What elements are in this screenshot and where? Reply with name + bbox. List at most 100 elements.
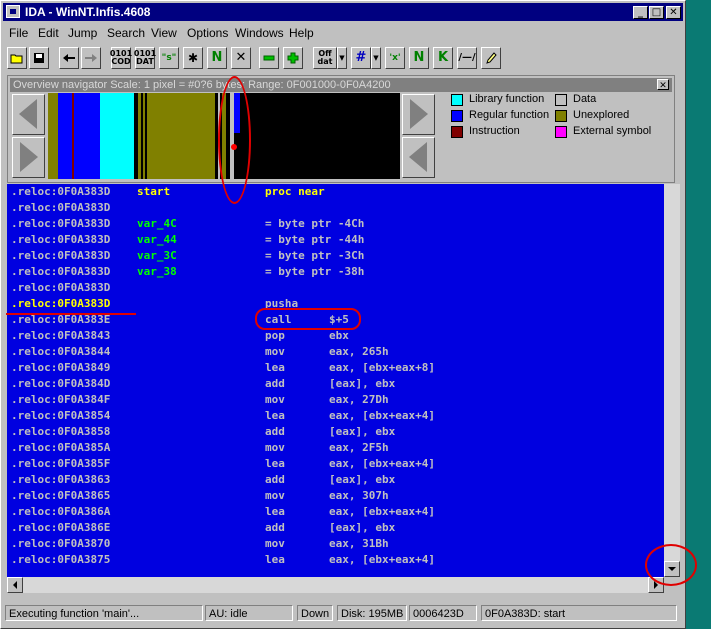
make-string-button[interactable]: "s" bbox=[159, 47, 179, 69]
navigator-scroll-right[interactable] bbox=[402, 94, 435, 135]
forward-button[interactable] bbox=[81, 47, 101, 69]
name-button[interactable]: N bbox=[207, 47, 227, 69]
disasm-address: .reloc:0F0A3863 bbox=[11, 473, 111, 486]
undefine-button[interactable]: ✕ bbox=[231, 47, 251, 69]
menu-search[interactable]: Search bbox=[107, 26, 145, 40]
save-button[interactable] bbox=[29, 47, 49, 69]
legend-swatch-regular bbox=[451, 110, 463, 122]
disasm-operand: eax, [ebx+eax+8] bbox=[329, 361, 435, 374]
plus-icon bbox=[287, 52, 299, 64]
app-icon[interactable] bbox=[6, 5, 20, 18]
disasm-label: var_38 bbox=[137, 265, 177, 278]
number-button[interactable]: # bbox=[351, 47, 371, 69]
disasm-operand: eax, 31Bh bbox=[329, 537, 389, 550]
arrow-left-small-icon bbox=[13, 581, 17, 589]
legend-swatch-external bbox=[555, 126, 567, 138]
disasm-address: .reloc:0F0A383D bbox=[11, 233, 111, 246]
navigator-close-button[interactable]: ✕ bbox=[657, 79, 669, 90]
triangle-left-icon bbox=[19, 99, 37, 129]
overview-navigator: Overview navigator Scale: 1 pixel = #0?6… bbox=[7, 75, 675, 183]
disasm-mnemonic: mov bbox=[265, 489, 285, 502]
legend-swatch-unexplored bbox=[555, 110, 567, 122]
menu-windows[interactable]: Windows bbox=[235, 26, 284, 40]
annotation-underline bbox=[6, 313, 136, 315]
comment-button[interactable] bbox=[481, 47, 501, 69]
disasm-mnemonic: add bbox=[265, 425, 285, 438]
arrow-left-icon bbox=[63, 54, 75, 62]
navigator-scroll-right-fast[interactable] bbox=[12, 137, 45, 178]
horizontal-scrollbar[interactable] bbox=[7, 577, 664, 593]
disasm-address: .reloc:0F0A383D bbox=[11, 265, 111, 278]
offset-bottom-label: dat bbox=[317, 57, 333, 66]
open-file-button[interactable] bbox=[7, 47, 27, 69]
disasm-address: .reloc:0F0A385A bbox=[11, 441, 111, 454]
vertical-scrollbar[interactable] bbox=[664, 184, 680, 577]
disasm-mnemonic: add bbox=[265, 521, 285, 534]
disasm-address: .reloc:0F0A383D bbox=[11, 201, 111, 214]
disasm-address: .reloc:0F0A384F bbox=[11, 393, 111, 406]
scroll-left-button[interactable] bbox=[7, 577, 23, 593]
hex-button[interactable]: 'x' bbox=[385, 47, 405, 69]
disasm-address: .reloc:0F0A383D bbox=[11, 217, 111, 230]
navigator-scroll-left[interactable] bbox=[402, 137, 435, 178]
title-bar[interactable]: IDA - WinNT.Infis.4608 _ □ ✕ bbox=[3, 3, 683, 21]
disasm-mnemonic: mov bbox=[265, 345, 285, 358]
legend-swatch-data bbox=[555, 94, 567, 106]
menu-jump[interactable]: Jump bbox=[68, 26, 97, 40]
expand-button[interactable] bbox=[283, 47, 303, 69]
navigator-scroll-left-fast[interactable] bbox=[12, 94, 45, 135]
disasm-operand: eax, [ebx+eax+4] bbox=[329, 505, 435, 518]
disasm-operand: eax, [ebx+eax+4] bbox=[329, 409, 435, 422]
menu-file[interactable]: File bbox=[9, 26, 28, 40]
flowchart-button[interactable]: /—/ bbox=[457, 47, 477, 69]
disasm-operand: eax, 265h bbox=[329, 345, 389, 358]
disasm-operand: eax, [ebx+eax+4] bbox=[329, 553, 435, 566]
collapse-button[interactable] bbox=[259, 47, 279, 69]
legend-label-external: External symbol bbox=[573, 125, 652, 137]
code-bottom-label: COD bbox=[111, 57, 131, 66]
close-button[interactable]: ✕ bbox=[666, 6, 681, 19]
disasm-label: start bbox=[137, 185, 171, 198]
toolbar: 0101 COD 0101 DAT "s" ✱ N ✕ Off dat ▼ # bbox=[3, 45, 683, 73]
navigator-title-bar[interactable]: Overview navigator Scale: 1 pixel = #0?6… bbox=[10, 78, 672, 92]
make-code-button[interactable]: 0101 COD bbox=[110, 47, 132, 69]
disasm-operand: eax, [ebx+eax+4] bbox=[329, 457, 435, 470]
status-location: 0F0A383D: start bbox=[481, 605, 677, 621]
disasm-mnemonic: = byte ptr -3Ch bbox=[265, 249, 365, 262]
disasm-address: .reloc:0F0A386E bbox=[11, 521, 111, 534]
menu-edit[interactable]: Edit bbox=[38, 26, 59, 40]
menu-view[interactable]: View bbox=[151, 26, 177, 40]
disasm-address: .reloc:0F0A385F bbox=[11, 457, 111, 470]
disk-icon bbox=[34, 53, 44, 63]
legend-label-instruction: Instruction bbox=[469, 125, 520, 137]
legend-swatch-instruction bbox=[451, 126, 463, 138]
folder-icon bbox=[10, 54, 23, 64]
menu-options[interactable]: Options bbox=[187, 26, 228, 40]
disasm-address: .reloc:0F0A383D bbox=[11, 185, 111, 198]
disasm-operand: [eax], ebx bbox=[329, 425, 396, 438]
offset-button[interactable]: Off dat bbox=[313, 47, 337, 69]
rename-button[interactable]: N bbox=[409, 47, 429, 69]
number-dropdown[interactable]: ▼ bbox=[371, 47, 381, 69]
maximize-button[interactable]: □ bbox=[649, 6, 664, 19]
offset-dropdown[interactable]: ▼ bbox=[337, 47, 347, 69]
make-data-button[interactable]: 0101 DAT bbox=[134, 47, 156, 69]
disasm-mnemonic: mov bbox=[265, 441, 285, 454]
back-button[interactable] bbox=[59, 47, 79, 69]
k-button[interactable]: K bbox=[433, 47, 453, 69]
disasm-mnemonic: = byte ptr -44h bbox=[265, 233, 365, 246]
minimize-button[interactable]: _ bbox=[633, 6, 648, 19]
annotation-navigator-ellipse bbox=[218, 76, 251, 204]
make-array-button[interactable]: ✱ bbox=[183, 47, 203, 69]
disasm-operand: eax, 27Dh bbox=[329, 393, 389, 406]
disasm-label: var_3C bbox=[137, 249, 177, 262]
legend-label-library: Library function bbox=[469, 93, 545, 105]
disasm-mnemonic: lea bbox=[265, 505, 285, 518]
disasm-operand: [eax], ebx bbox=[329, 473, 396, 486]
status-message: Executing function 'main'... bbox=[5, 605, 203, 621]
status-au: AU: idle bbox=[205, 605, 293, 621]
status-direction: Down bbox=[297, 605, 333, 621]
menu-help[interactable]: Help bbox=[289, 26, 314, 40]
disasm-mnemonic: lea bbox=[265, 409, 285, 422]
disassembly-view[interactable]: .reloc:0F0A383D start proc near .reloc:0F0A… bbox=[7, 184, 664, 577]
